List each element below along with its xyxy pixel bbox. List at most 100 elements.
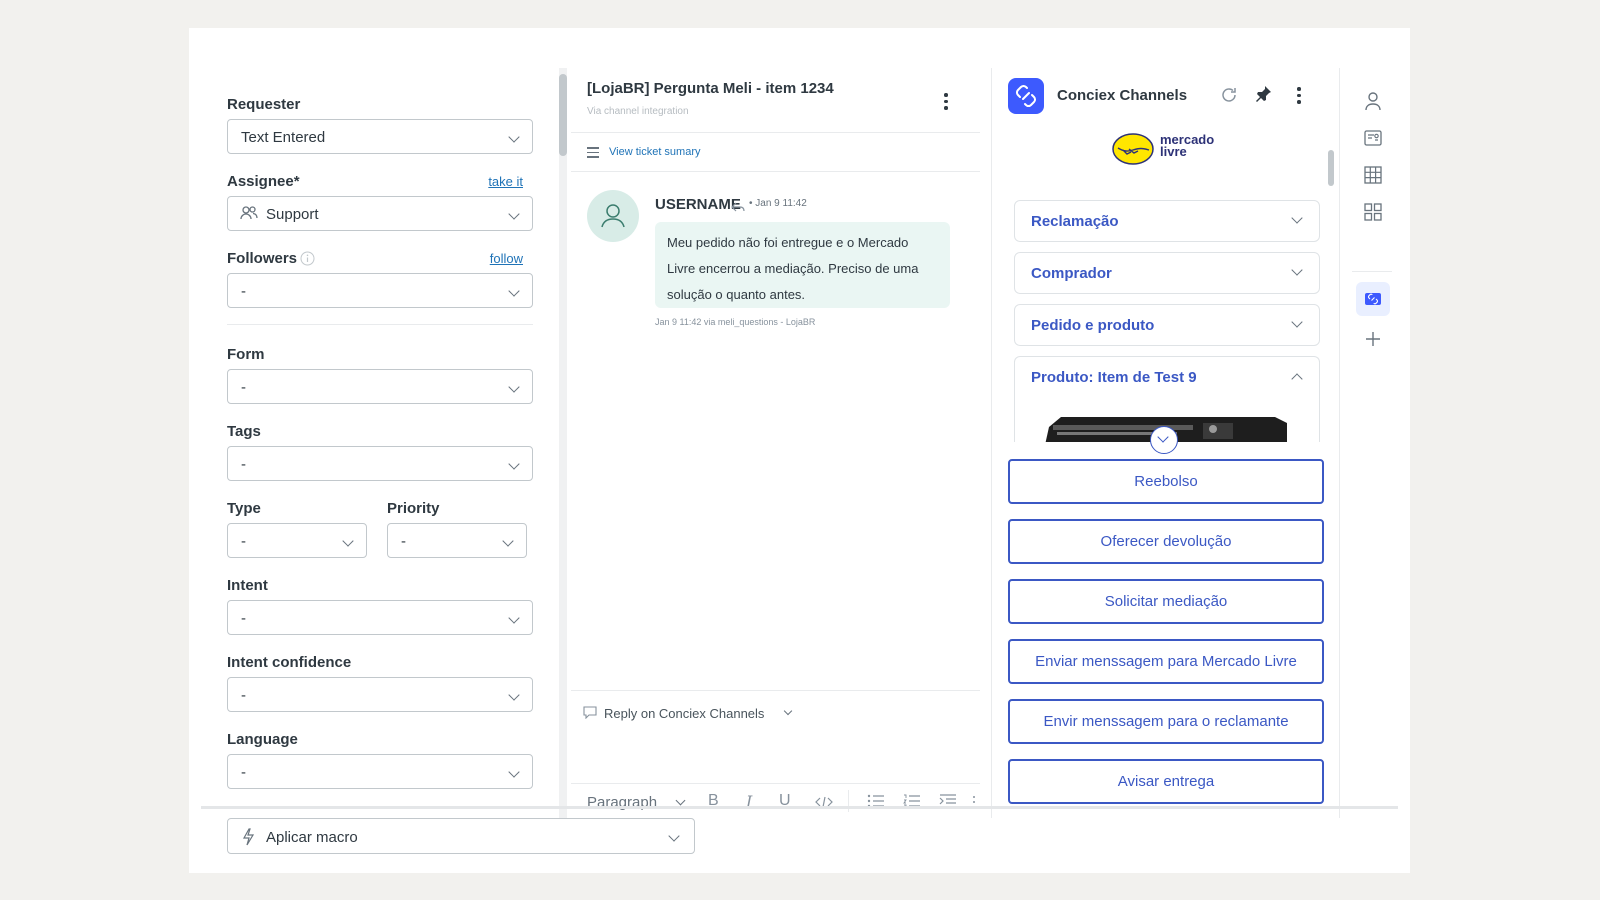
solicitar-mediacao-button[interactable]: Solicitar mediação <box>1008 579 1324 624</box>
oferecer-devolucao-button[interactable]: Oferecer devolução <box>1008 519 1324 564</box>
apps-icon[interactable] <box>1363 202 1383 227</box>
chevron-down-icon <box>508 285 520 297</box>
language-value: - <box>241 764 246 781</box>
chevron-down-icon <box>508 689 520 701</box>
user-icon <box>601 204 625 228</box>
chevron-down-icon <box>508 612 520 624</box>
code-icon[interactable] <box>815 795 833 813</box>
chat-bubble-icon <box>583 706 597 724</box>
scrollbar-thumb[interactable] <box>559 74 567 156</box>
view-ticket-summary-link[interactable]: View ticket sumary <box>609 146 701 158</box>
chevron-down-icon[interactable] <box>675 795 686 806</box>
avisar-entrega-button[interactable]: Avisar entrega <box>1008 759 1324 804</box>
message-mercado-livre-button[interactable]: Enviar menssagem para Mercado Livre <box>1008 639 1324 684</box>
assignee-label: Assignee* <box>227 173 300 190</box>
section-pedido-produto[interactable]: Pedido e produto <box>1014 304 1320 346</box>
ticket-channel-subtitle: Via channel integration <box>587 106 689 117</box>
tags-label: Tags <box>227 423 261 440</box>
rail-divider <box>1352 271 1392 272</box>
priority-select[interactable]: - <box>387 523 527 558</box>
follow-link[interactable]: follow <box>490 251 523 266</box>
type-value: - <box>241 533 246 550</box>
section-label: Reclamação <box>1031 213 1119 230</box>
tags-value: - <box>241 456 246 473</box>
properties-scrollbar[interactable] <box>559 68 567 828</box>
section-label: Produto: Item de Test 9 <box>1031 369 1197 386</box>
ticket-more-icon[interactable] <box>944 93 948 113</box>
type-select[interactable]: - <box>227 523 367 558</box>
type-label: Type <box>227 500 261 517</box>
conciex-app-panel: Conciex Channels mercado livre Reclamaçã… <box>991 68 1339 818</box>
apply-macro-label: Aplicar macro <box>266 829 358 846</box>
assignee-value: Support <box>266 206 319 223</box>
contact-card-icon[interactable] <box>1363 128 1383 153</box>
assignee-select[interactable]: Support <box>227 196 533 231</box>
chevron-down-icon <box>508 458 520 470</box>
chevron-down-icon <box>668 830 680 842</box>
reply-composer[interactable]: Reply on Conciex Channels Paragraph B I … <box>571 690 980 818</box>
requester-select[interactable]: Text Entered <box>227 119 533 154</box>
app-more-icon[interactable] <box>1297 87 1301 107</box>
language-select[interactable]: - <box>227 754 533 789</box>
tags-select[interactable]: - <box>227 446 533 481</box>
info-icon[interactable] <box>300 251 315 271</box>
section-label: Pedido e produto <box>1031 317 1155 334</box>
add-app-icon[interactable] <box>1363 329 1383 354</box>
ticket-workspace: Requester Text Entered Assignee* take it… <box>189 28 1410 873</box>
avatar <box>587 190 639 242</box>
ticket-title: [LojaBR] Pergunta Meli - item 1234 <box>587 80 834 97</box>
conciex-app-rail-button[interactable] <box>1356 282 1390 316</box>
chevron-up-icon <box>1291 373 1303 385</box>
mercado-livre-logo: mercado livre <box>1112 132 1222 168</box>
refresh-icon[interactable] <box>1220 86 1238 109</box>
conciex-logo-icon <box>1008 78 1044 114</box>
chevron-down-icon <box>508 381 520 393</box>
chevron-down-icon <box>342 535 354 547</box>
intent-value: - <box>241 610 246 627</box>
message-claimant-button[interactable]: Envir menssagem para o reclamante <box>1008 699 1324 744</box>
app-scrollbar-thumb[interactable] <box>1328 150 1334 186</box>
chevron-down-icon <box>502 535 514 547</box>
intent-confidence-select[interactable]: - <box>227 677 533 712</box>
language-label: Language <box>227 731 298 748</box>
chevron-down-icon <box>508 766 520 778</box>
apply-macro-select[interactable]: Aplicar macro <box>227 818 695 854</box>
section-reclamacao[interactable]: Reclamação <box>1014 200 1320 242</box>
group-icon <box>240 205 258 226</box>
user-profile-icon[interactable] <box>1363 91 1383 116</box>
bottom-bar-divider <box>201 806 1398 809</box>
priority-value: - <box>401 533 406 550</box>
intent-select[interactable]: - <box>227 600 533 635</box>
chevron-down-icon <box>1291 316 1303 328</box>
reembolso-button[interactable]: Reebolso <box>1008 459 1324 504</box>
indent-icon[interactable] <box>939 794 957 813</box>
table-grid-icon[interactable] <box>1363 165 1383 190</box>
requester-label: Requester <box>227 96 301 113</box>
lightning-icon <box>241 828 255 851</box>
reply-arrow-icon <box>731 199 745 217</box>
requester-value: Text Entered <box>241 129 326 146</box>
app-rail <box>1339 68 1410 818</box>
reply-channel-selector[interactable]: Reply on Conciex Channels <box>604 706 764 721</box>
section-comprador[interactable]: Comprador <box>1014 252 1320 294</box>
more-tools-icon[interactable] <box>972 794 976 813</box>
pin-icon[interactable] <box>1254 85 1272 108</box>
followers-select[interactable]: - <box>227 273 533 308</box>
message-author: USERNAME <box>655 196 741 213</box>
form-select[interactable]: - <box>227 369 533 404</box>
followers-label: Followers <box>227 250 298 267</box>
section-label: Comprador <box>1031 265 1112 282</box>
chevron-down-icon[interactable] <box>783 706 793 716</box>
message-timestamp: • Jan 9 11:42 <box>749 198 807 209</box>
expand-toggle-icon[interactable] <box>1150 426 1178 454</box>
bulleted-list-icon[interactable] <box>867 794 885 813</box>
ticket-summary-bar[interactable]: View ticket sumary <box>571 132 980 172</box>
numbered-list-icon[interactable] <box>903 794 921 813</box>
intent-confidence-value: - <box>241 687 246 704</box>
message-bubble: Meu pedido não foi entregue e o Mercado … <box>655 222 950 308</box>
take-it-link[interactable]: take it <box>488 174 523 189</box>
formatting-toolbar: Paragraph B I U <box>571 783 980 819</box>
chevron-down-icon <box>1291 212 1303 224</box>
intent-label: Intent <box>227 577 268 594</box>
message-footer: Jan 9 11:42 via meli_questions - LojaBR <box>655 317 816 327</box>
